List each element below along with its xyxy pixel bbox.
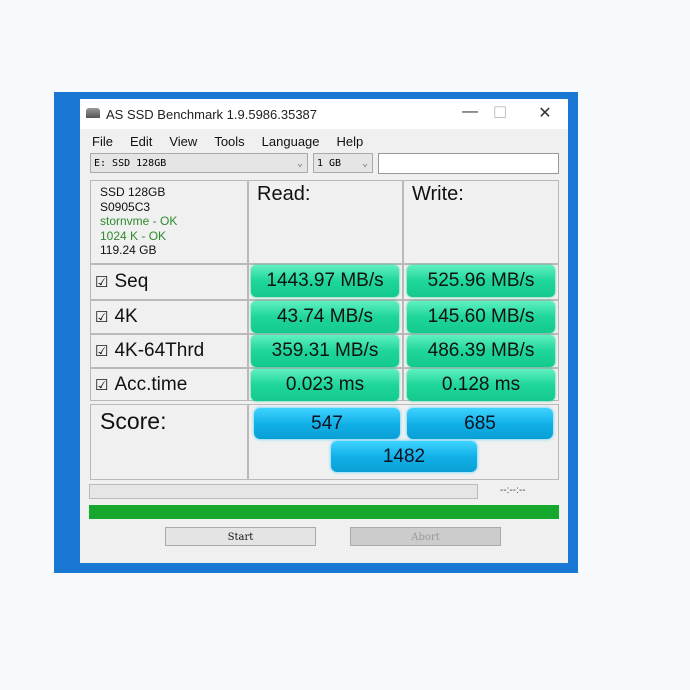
test-progress-bar <box>89 484 478 499</box>
window-title: AS SSD Benchmark 1.9.5986.35387 <box>106 107 318 122</box>
row-checkbox[interactable]: ☑ <box>95 342 108 360</box>
alignment-status: 1024 K - OK <box>100 228 167 243</box>
text-field[interactable] <box>378 153 559 174</box>
row-label: Seq <box>114 271 149 292</box>
abort-button[interactable]: Abort <box>350 527 501 546</box>
app-window: AS SSD Benchmark 1.9.5986.35387 — ☐ ✕ Fi… <box>80 99 568 563</box>
read-result: 1443.97 MB/s <box>251 265 399 297</box>
drive-name: SSD 128GB <box>100 185 166 199</box>
write-result: 0.128 ms <box>407 369 555 401</box>
drive-select[interactable]: E: SSD 128GB ⌄ <box>90 153 308 173</box>
total-progress-bar <box>89 505 559 519</box>
row-checkbox[interactable]: ☑ <box>95 273 108 291</box>
read-result: 0.023 ms <box>251 369 399 401</box>
read-result: 359.31 MB/s <box>251 335 399 367</box>
total-score: 1482 <box>331 441 477 472</box>
firmware: S0905C3 <box>100 199 151 214</box>
size-select[interactable]: 1 GB ⌄ <box>313 153 373 173</box>
score-label: Score: <box>90 404 248 480</box>
row-label: Acc.time <box>114 373 188 395</box>
row-checkbox[interactable]: ☑ <box>95 308 108 326</box>
read-header: Read: <box>248 180 403 264</box>
drive-select-value: E: SSD 128GB <box>94 158 167 169</box>
row-label-1: ☑ 4K <box>90 300 248 334</box>
app-icon <box>86 108 100 118</box>
title-bar: AS SSD Benchmark 1.9.5986.35387 — ☐ ✕ <box>80 99 568 129</box>
row-checkbox[interactable]: ☑ <box>95 376 108 394</box>
write-score: 685 <box>407 408 553 439</box>
menu-bar: File Edit View Tools Language Help <box>92 134 380 149</box>
write-header: Write: <box>403 180 559 264</box>
menu-tools[interactable]: Tools <box>214 134 244 149</box>
capacity: 119.24 GB <box>100 243 157 257</box>
menu-edit[interactable]: Edit <box>130 134 152 149</box>
chevron-down-icon: ⌄ <box>361 158 368 169</box>
minimize-button[interactable]: — <box>455 103 485 121</box>
row-label-3: ☑ Acc.time <box>90 368 248 401</box>
start-button[interactable]: Start <box>165 527 316 546</box>
write-result: 486.39 MB/s <box>407 335 555 367</box>
row-label-2: ☑ 4K-64Thrd <box>90 334 248 368</box>
row-label: 4K <box>114 306 138 327</box>
chevron-down-icon: ⌄ <box>296 158 303 169</box>
write-result: 525.96 MB/s <box>407 265 555 297</box>
maximize-button[interactable]: ☐ <box>485 103 515 123</box>
driver-status: stornvme - OK <box>100 214 178 228</box>
elapsed-time: --:--:-- <box>500 485 526 496</box>
menu-file[interactable]: File <box>92 134 113 149</box>
read-result: 43.74 MB/s <box>251 301 399 333</box>
row-label-0: ☑ Seq <box>90 264 248 300</box>
menu-help[interactable]: Help <box>337 134 364 149</box>
menu-view[interactable]: View <box>169 134 197 149</box>
write-result: 145.60 MB/s <box>407 301 555 333</box>
read-score: 547 <box>254 408 400 439</box>
drive-info-panel: SSD 128GB S0905C3 stornvme - OK 1024 K -… <box>90 180 248 264</box>
close-button[interactable]: ✕ <box>530 103 560 123</box>
size-select-value: 1 GB <box>317 158 342 169</box>
menu-language[interactable]: Language <box>262 134 320 149</box>
row-label: 4K-64Thrd <box>114 340 205 361</box>
